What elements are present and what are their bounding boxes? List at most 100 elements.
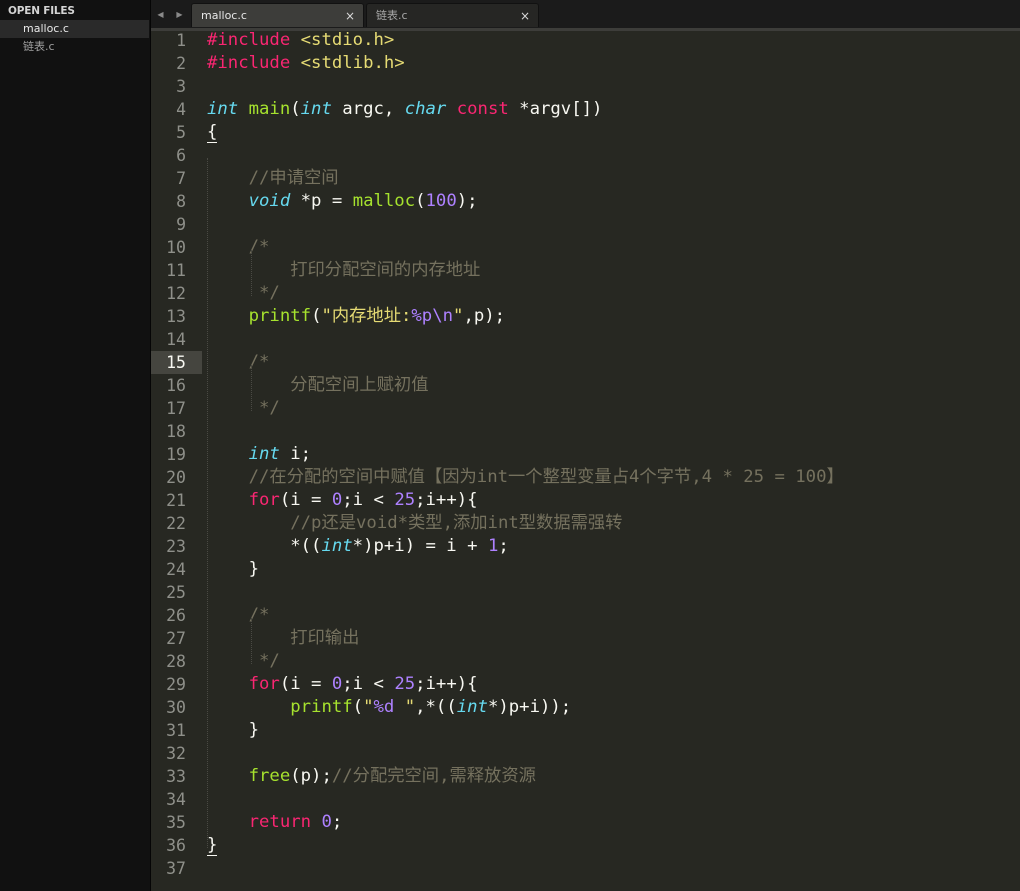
close-icon[interactable]: ×	[520, 4, 530, 28]
code-line[interactable]: */	[207, 282, 280, 305]
indent-guide	[251, 365, 252, 411]
code-line[interactable]: for(i = 0;i < 25;i++){	[207, 673, 478, 696]
tab-prev-icon[interactable]: ◀	[157, 3, 163, 27]
code-token: const	[456, 99, 509, 119]
code-token: i;	[279, 444, 312, 464]
code-token: int	[248, 444, 280, 464]
code-line[interactable]: /*	[207, 351, 270, 374]
code-line[interactable]: {	[207, 121, 218, 144]
code-token: *p =	[290, 191, 353, 211]
code-line[interactable]: for(i = 0;i < 25;i++){	[207, 489, 478, 512]
tab-next-icon[interactable]: ▶	[176, 3, 182, 27]
code-line[interactable]: printf("%d ",*((int*)p+i));	[207, 696, 571, 719]
line-number: 35	[166, 813, 186, 832]
sidebar-title: OPEN FILES	[8, 5, 75, 17]
line-number: 26	[166, 606, 186, 625]
code-token: int	[300, 99, 332, 119]
code-line[interactable]: */	[207, 397, 280, 420]
code-line[interactable]: int i;	[207, 443, 311, 466]
sidebar-file-malloc[interactable]: malloc.c	[0, 20, 149, 38]
line-number: 28	[166, 652, 186, 671]
code-token: void	[248, 191, 291, 211]
code-token: */	[248, 651, 280, 671]
code-line[interactable]: printf("内存地址:%p\n",p);	[207, 305, 505, 328]
line-number: 23	[166, 537, 186, 556]
code-token: );	[456, 191, 478, 211]
code-line[interactable]: }	[207, 558, 259, 581]
sidebar-file-linkedlist[interactable]: 链表.c	[0, 38, 149, 56]
line-number: 30	[166, 698, 186, 717]
tab-linkedlist[interactable]: 链表.c ×	[366, 3, 539, 27]
code-line[interactable]: 打印分配空间的内存地址	[207, 259, 480, 282]
line-number: 37	[166, 859, 186, 878]
code-line[interactable]: //申请空间	[207, 167, 339, 190]
code-line[interactable]: /*	[207, 604, 270, 627]
tab-malloc[interactable]: malloc.c ×	[191, 3, 364, 27]
code-token: "	[453, 306, 464, 326]
code-token: ;i++){	[415, 674, 478, 694]
code-token: ;	[498, 536, 509, 556]
tab-label: malloc.c	[201, 9, 247, 22]
code-line[interactable]: free(p);//分配完空间,需释放资源	[207, 765, 536, 788]
code-token: ,*((	[415, 697, 457, 717]
line-number: 24	[166, 560, 186, 579]
code-line[interactable]: void *p = malloc(100);	[207, 190, 478, 213]
code-token: 0	[321, 812, 332, 832]
tab-label: 链表.c	[376, 9, 408, 22]
code-token: 0	[331, 674, 343, 694]
code-token: main	[248, 99, 291, 119]
line-number: 32	[166, 744, 186, 763]
code-line[interactable]: }	[207, 719, 259, 742]
code-line[interactable]: #include <stdio.h>	[207, 29, 394, 52]
code-token: *)p+i) = i +	[352, 536, 488, 556]
tab-bar: ◀ ▶ malloc.c × 链表.c ×	[151, 0, 1020, 31]
code-token: 25	[394, 490, 416, 510]
code-line[interactable]: #include <stdlib.h>	[207, 52, 405, 75]
sidebar: OPEN FILES malloc.c 链表.c	[0, 0, 151, 891]
line-number: 36	[166, 836, 186, 855]
line-number: 8	[176, 192, 186, 211]
line-number: 14	[166, 330, 186, 349]
code-token: */	[248, 398, 280, 418]
code-editor[interactable]: 1 2 3 4 5 6 7 8 9 10 11 12 13 14 15 16 17 18 19 20 21 22 23 24 2…	[151, 29, 1020, 891]
code-line[interactable]: 分配空间上赋初值	[207, 374, 428, 397]
code-line[interactable]: 打印输出	[207, 627, 359, 650]
code-line[interactable]: *((int*)p+i) = i + 1;	[207, 535, 509, 558]
code-line[interactable]: int main(int argc, char const *argv[])	[207, 98, 602, 121]
code-line[interactable]: */	[207, 650, 280, 673]
code-token: ;i++){	[415, 490, 478, 510]
code-token: #include	[207, 53, 291, 73]
code-token: (	[311, 306, 322, 326]
code-token: %d	[373, 697, 395, 717]
code-token: malloc	[352, 191, 416, 211]
code-token: 100	[425, 191, 457, 211]
line-number: 15	[166, 353, 186, 372]
code-token: %p\n	[411, 306, 454, 326]
line-number: 31	[166, 721, 186, 740]
code-token: for	[248, 674, 280, 694]
code-token: //p还是void*类型,添加int型数据需强转	[290, 513, 623, 533]
line-number: 2	[176, 54, 186, 73]
code-line[interactable]: return 0;	[207, 811, 343, 834]
line-number: 11	[166, 261, 186, 280]
code-line[interactable]: //p还是void*类型,添加int型数据需强转	[207, 512, 622, 535]
line-number: 34	[166, 790, 186, 809]
line-number: 7	[176, 169, 186, 188]
code-line[interactable]: }	[207, 834, 218, 857]
close-icon[interactable]: ×	[345, 4, 355, 28]
code-token: 打印分配空间的内存地址	[248, 260, 481, 280]
code-line[interactable]: /*	[207, 236, 270, 259]
code-token: ,p);	[463, 306, 506, 326]
code-line[interactable]: //在分配的空间中赋值【因为int一个整型变量占4个字节,4 * 25 = 10…	[207, 466, 844, 489]
